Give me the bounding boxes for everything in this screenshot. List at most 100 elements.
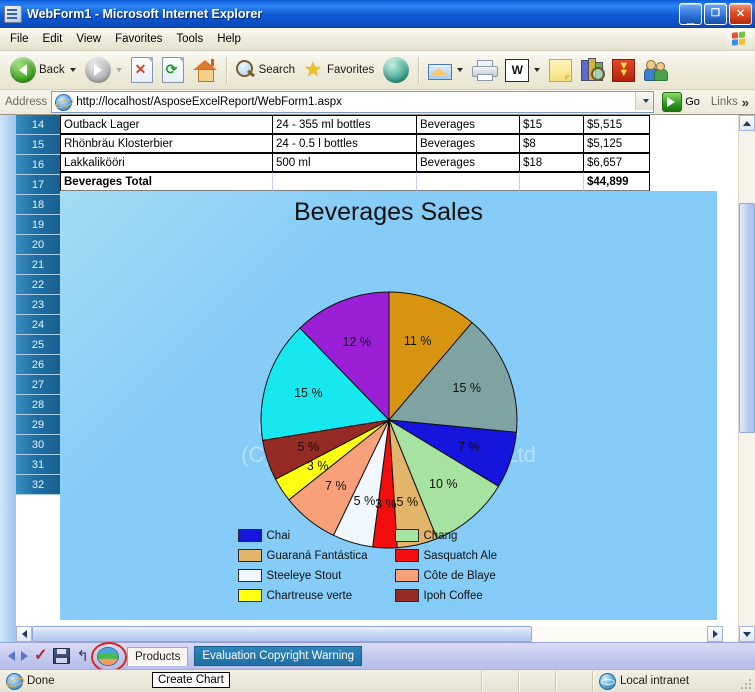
minimize-button[interactable]: _ <box>679 3 702 25</box>
back-button[interactable]: Back <box>6 52 80 88</box>
row-header[interactable]: 17 <box>16 175 60 195</box>
row-header[interactable]: 31 <box>16 455 60 475</box>
history-button[interactable] <box>379 52 413 88</box>
sheet-tab-evaluation-warning[interactable]: Evaluation Copyright Warning <box>194 646 363 666</box>
cell-price[interactable]: $8 <box>520 134 584 153</box>
cell-category[interactable]: Beverages <box>417 153 520 172</box>
ie-page-icon <box>55 93 73 111</box>
security-zone-cell[interactable]: Local intranet <box>593 671 755 691</box>
row-header[interactable]: 24 <box>16 315 60 335</box>
back-dropdown-icon[interactable] <box>69 68 76 72</box>
row-header[interactable]: 23 <box>16 295 60 315</box>
row-header[interactable]: 20 <box>16 235 60 255</box>
menu-item-help[interactable]: Help <box>210 31 248 47</box>
confirm-icon[interactable]: ✓ <box>34 648 47 664</box>
row-header[interactable]: 19 <box>16 215 60 235</box>
row-header[interactable]: 26 <box>16 355 60 375</box>
toolbar-overflow-icon[interactable]: » <box>742 95 751 110</box>
download-button[interactable] <box>608 52 639 88</box>
cell-category[interactable]: Beverages <box>417 134 520 153</box>
scroll-left-button[interactable] <box>16 626 32 642</box>
status-ie-icon <box>6 672 23 690</box>
menu-item-view[interactable]: View <box>69 31 108 47</box>
cell-total-label[interactable]: Beverages Total <box>60 172 273 191</box>
books-icon <box>581 57 606 81</box>
print-button[interactable] <box>468 52 500 88</box>
row-header[interactable]: 16 <box>16 155 60 175</box>
vertical-scrollbar[interactable] <box>738 115 755 642</box>
vertical-scroll-thumb[interactable] <box>739 203 755 433</box>
row-header[interactable]: 32 <box>16 475 60 495</box>
create-chart-button[interactable] <box>90 642 127 672</box>
cell-quantity[interactable]: 24 - 0.5 l bottles <box>273 134 417 153</box>
cell-total[interactable]: $6,657 <box>584 153 650 172</box>
scroll-right-button[interactable] <box>707 626 723 642</box>
stop-button[interactable]: ✕ <box>127 52 157 88</box>
address-dropdown-button[interactable] <box>635 92 654 110</box>
undo-icon[interactable]: ↰ <box>76 649 89 664</box>
mail-dropdown-icon[interactable] <box>457 68 464 72</box>
row-header[interactable]: 22 <box>16 275 60 295</box>
sheet-tab-products[interactable]: Products <box>126 646 189 666</box>
cell-empty[interactable] <box>417 172 520 191</box>
go-button[interactable]: Go <box>658 92 704 112</box>
cell-total[interactable]: $5,125 <box>584 134 650 153</box>
horizontal-scroll-track[interactable] <box>32 626 707 642</box>
row-header[interactable]: 15 <box>16 135 60 155</box>
cell-empty[interactable] <box>520 172 584 191</box>
messenger-button[interactable] <box>640 52 672 88</box>
cell-empty[interactable] <box>273 172 417 191</box>
edit-word-button[interactable]: W <box>501 52 544 88</box>
cell-product-name[interactable]: Lakkalikööri <box>60 153 273 172</box>
cell-category[interactable]: Beverages <box>417 115 520 134</box>
resize-grip[interactable] <box>741 679 753 691</box>
menu-item-favorites[interactable]: Favorites <box>108 31 169 47</box>
address-input[interactable]: http://localhost/AsposeExcelReport/WebFo… <box>51 91 655 113</box>
cell-grand-total[interactable]: $44,899 <box>584 172 650 191</box>
row-header[interactable]: 29 <box>16 415 60 435</box>
maximize-button[interactable]: ❐ <box>704 3 727 25</box>
next-sheet-icon[interactable] <box>21 651 28 661</box>
horizontal-scrollbar[interactable] <box>16 626 723 642</box>
row-header[interactable]: 27 <box>16 375 60 395</box>
title-bar: WebForm1 - Microsoft Internet Explorer _… <box>0 0 755 28</box>
research-button[interactable] <box>577 52 607 88</box>
row-header[interactable]: 18 <box>16 195 60 215</box>
cell-product-name[interactable]: Outback Lager <box>60 115 273 134</box>
row-header[interactable]: 25 <box>16 335 60 355</box>
prev-sheet-icon[interactable] <box>8 651 15 661</box>
cell-price[interactable]: $15 <box>520 115 584 134</box>
forward-dropdown-icon[interactable] <box>115 68 122 72</box>
legend-item: Ipoh Coffee <box>394 589 540 602</box>
mail-button[interactable] <box>424 52 467 88</box>
scroll-down-button[interactable] <box>739 626 755 642</box>
scroll-up-button[interactable] <box>739 115 755 131</box>
save-icon[interactable] <box>53 648 71 664</box>
home-button[interactable] <box>189 52 221 88</box>
cell-total[interactable]: $5,515 <box>584 115 650 134</box>
menu-item-tools[interactable]: Tools <box>169 31 210 47</box>
row-header[interactable]: 21 <box>16 255 60 275</box>
menu-item-file[interactable]: File <box>3 31 36 47</box>
forward-button[interactable] <box>81 52 126 88</box>
legend-swatch-chai <box>237 529 262 542</box>
horizontal-scroll-thumb[interactable] <box>32 626 532 642</box>
row-header[interactable]: 30 <box>16 435 60 455</box>
row-header[interactable]: 14 <box>16 115 60 135</box>
cell-product-name[interactable]: Rhönbräu Klosterbier <box>60 134 273 153</box>
links-label[interactable]: Links <box>708 96 738 108</box>
legend-swatch-guarana <box>237 549 262 562</box>
menu-item-edit[interactable]: Edit <box>36 31 70 47</box>
search-button[interactable]: Search <box>232 52 299 88</box>
cell-price[interactable]: $18 <box>520 153 584 172</box>
notes-button[interactable] <box>545 52 576 88</box>
windows-flag-button[interactable] <box>726 29 752 49</box>
row-header[interactable]: 28 <box>16 395 60 415</box>
close-button[interactable]: ✕ <box>729 3 752 25</box>
cell-quantity[interactable]: 24 - 355 ml bottles <box>273 115 417 134</box>
table-row-total: Beverages Total $44,899 <box>60 172 739 191</box>
cell-quantity[interactable]: 500 ml <box>273 153 417 172</box>
refresh-button[interactable]: ⟳ <box>158 52 188 88</box>
favorites-button[interactable]: ★ Favorites <box>300 52 378 88</box>
edit-dropdown-icon[interactable] <box>534 68 541 72</box>
